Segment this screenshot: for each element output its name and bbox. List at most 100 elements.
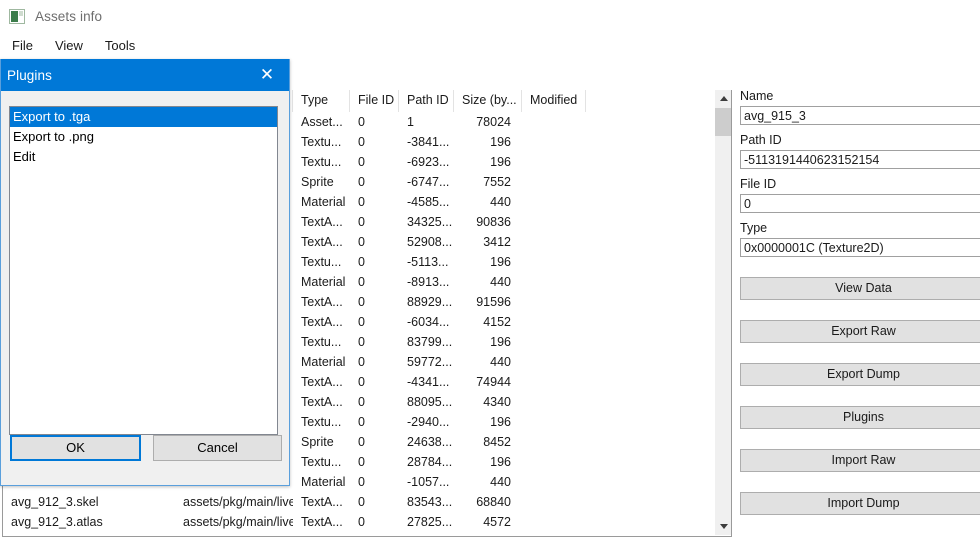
table-cell-file_id: 0 [358, 255, 365, 269]
table-cell-type: Textu... [301, 255, 342, 269]
column-header-modified[interactable]: Modified [522, 90, 586, 112]
table-cell-path_id: 27825... [407, 515, 453, 529]
table-cell-size: 90836 [476, 215, 511, 229]
list-item[interactable]: Edit [10, 147, 277, 167]
table-cell-modified [522, 212, 586, 232]
table-cell-size: 196 [490, 335, 511, 349]
asset-detail-panel: Name avg_915_3 Path ID -5113191440623152… [740, 89, 980, 537]
table-cell-file_id: 0 [358, 415, 365, 429]
table-cell-path_id: -6923... [407, 155, 450, 169]
path-id-field[interactable]: -5113191440623152154 [740, 150, 980, 169]
table-cell-container: assets/pkg/main/live2... [183, 515, 293, 529]
table-cell-type: TextA... [301, 515, 343, 529]
table-cell-type: TextA... [301, 235, 343, 249]
label-name: Name [740, 89, 774, 103]
table-cell-modified [522, 112, 586, 132]
plugins-dialog-title: Plugins [7, 67, 52, 83]
table-cell-filler [586, 492, 715, 512]
table-cell-file_id: 0 [358, 335, 365, 349]
scroll-down-icon[interactable] [715, 518, 731, 535]
table-cell-size: 440 [490, 195, 511, 209]
table-cell-filler [586, 452, 715, 472]
name-field[interactable]: avg_915_3 [740, 106, 980, 125]
table-cell-file_id: 0 [358, 395, 365, 409]
export-raw-button[interactable]: Export Raw [740, 320, 980, 343]
plugins-button[interactable]: Plugins [740, 406, 980, 429]
window-title: Assets info [35, 8, 103, 24]
ok-button[interactable]: OK [10, 435, 141, 461]
table-cell-filler [586, 252, 715, 272]
table-cell-size: 68840 [476, 495, 511, 509]
table-cell-size: 196 [490, 455, 511, 469]
table-cell-type: TextA... [301, 215, 343, 229]
table-cell-container: assets/pkg/main/live2... [183, 495, 293, 509]
table-cell-filler [586, 152, 715, 172]
table-cell-name: avg_912_3.skel [11, 495, 99, 509]
list-item[interactable]: Export to .tga [10, 107, 277, 127]
file-id-field[interactable]: 0 [740, 194, 980, 213]
column-header-type[interactable]: Type [293, 90, 350, 112]
export-dump-button[interactable]: Export Dump [740, 363, 980, 386]
table-cell-size: 4340 [483, 395, 511, 409]
table-cell-file_id: 0 [358, 515, 365, 529]
table-cell-file_id: 0 [358, 215, 365, 229]
table-row[interactable]: avg_912_3.atlas assets/pkg/main/live2... T… [3, 512, 715, 532]
table-cell-path_id: -2940... [407, 415, 450, 429]
table-cell-size: 196 [490, 135, 511, 149]
table-cell-filler [586, 212, 715, 232]
view-data-button[interactable]: View Data [740, 277, 980, 300]
table-cell-modified [522, 332, 586, 352]
menu-item-tools[interactable]: Tools [94, 35, 146, 57]
table-cell-size: 3412 [483, 235, 511, 249]
table-cell-modified [522, 452, 586, 472]
table-cell-path_id: -8913... [407, 275, 450, 289]
scroll-up-icon[interactable] [715, 90, 731, 107]
table-cell-type: Textu... [301, 335, 342, 349]
table-cell-file_id: 0 [358, 455, 365, 469]
table-cell-modified [522, 272, 586, 292]
table-cell-file_id: 0 [358, 135, 365, 149]
close-icon[interactable]: ✕ [245, 59, 289, 91]
table-cell-name: avg_912_3.atlas [11, 515, 103, 529]
table-cell-size: 196 [490, 255, 511, 269]
table-cell-modified [522, 372, 586, 392]
import-dump-button[interactable]: Import Dump [740, 492, 980, 515]
table-cell-file_id: 0 [358, 175, 365, 189]
table-cell-path_id: -4585... [407, 195, 450, 209]
table-cell-file_id: 0 [358, 195, 365, 209]
plugins-dialog: Plugins ✕ Export to .tga Export to .png Ed… [0, 59, 290, 486]
table-cell-path_id: -6034... [407, 315, 450, 329]
table-cell-type: Sprite [301, 175, 334, 189]
table-cell-size: 4152 [483, 315, 511, 329]
table-cell-modified [522, 292, 586, 312]
column-header-size[interactable]: Size (by... [454, 90, 522, 112]
table-row[interactable]: avg_912_3.skel assets/pkg/main/live2... Te… [3, 492, 715, 512]
table-cell-path_id: -3841... [407, 135, 450, 149]
table-cell-file_id: 0 [358, 355, 365, 369]
label-type: Type [740, 221, 768, 235]
table-cell-type: TextA... [301, 315, 343, 329]
menu-item-view[interactable]: View [44, 35, 94, 57]
import-raw-button[interactable]: Import Raw [740, 449, 980, 472]
table-cell-file_id: 0 [358, 475, 365, 489]
column-header-file-id[interactable]: File ID [350, 90, 399, 112]
table-cell-filler [586, 512, 715, 532]
cancel-button[interactable]: Cancel [153, 435, 282, 461]
assets-table-scrollbar[interactable] [714, 90, 731, 535]
table-cell-size: 196 [490, 415, 511, 429]
table-cell-file_id: 0 [358, 375, 365, 389]
column-header-path-id[interactable]: Path ID [399, 90, 454, 112]
table-cell-filler [586, 272, 715, 292]
assets-info-window: Assets info File View Tools Name Contain… [0, 0, 980, 537]
scrollbar-thumb[interactable] [715, 108, 731, 136]
table-cell-modified [522, 392, 586, 412]
table-cell-filler [586, 432, 715, 452]
plugins-list[interactable]: Export to .tga Export to .png Edit [9, 106, 278, 435]
type-field[interactable]: 0x0000001C (Texture2D) [740, 238, 980, 257]
table-cell-path_id: 1 [407, 115, 414, 129]
list-item[interactable]: Export to .png [10, 127, 277, 147]
table-cell-modified [522, 492, 586, 512]
table-cell-file_id: 0 [358, 495, 365, 509]
menu-item-file[interactable]: File [1, 35, 44, 57]
table-cell-modified [522, 172, 586, 192]
